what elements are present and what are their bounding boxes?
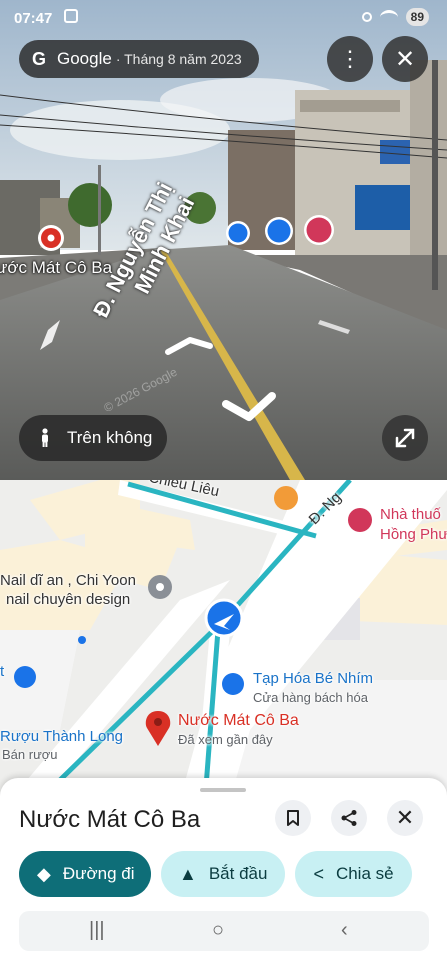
screenshot-icon (64, 9, 78, 23)
close-sheet-button[interactable]: ✕ (387, 800, 423, 836)
map-poi-nail-desc[interactable]: nail chuyên design (6, 591, 130, 608)
expand-button[interactable] (382, 415, 428, 461)
map-poi-pharmacy-name[interactable]: Nhà thuố (380, 506, 441, 523)
google-g-icon: G (31, 48, 46, 69)
share-icon: < (313, 863, 324, 884)
save-button[interactable] (275, 800, 311, 836)
place-bottom-sheet[interactable]: Nước Mát Cô Ba ✕ ◆ Đường đi ▲ Bắt đầu < … (0, 778, 447, 959)
map-poi-ruou-type[interactable]: Bán rượu (2, 747, 58, 762)
capture-date: · Tháng 8 năm 2023 (115, 51, 242, 67)
directions-label: Đường đi (62, 864, 135, 883)
map-poi-nail-name[interactable]: Nail dĩ an , Chi Yoon (0, 572, 136, 589)
share-icon (341, 810, 357, 826)
map-poi-pharmacy-name-line2[interactable]: Hồng Phư (380, 526, 447, 543)
recent-apps-icon[interactable]: ||| (89, 919, 105, 942)
start-button[interactable]: ▲ Bắt đầu (161, 851, 286, 897)
wifi-icon (379, 9, 398, 25)
navigation-arrow-icon: ▲ (179, 863, 197, 884)
back-icon[interactable]: ‹ (341, 919, 348, 942)
map-poi-edge-label[interactable]: t (0, 663, 4, 680)
bookmark-icon (287, 810, 299, 826)
share-chip-button[interactable]: < Chia sẻ (295, 851, 412, 897)
map-view[interactable]: Chiêu Liêu Đ. Ng Nhà thuố Hồng Phư Nail … (0, 480, 447, 800)
start-label: Bắt đầu (208, 864, 268, 883)
location-icon (361, 12, 372, 22)
action-chips: ◆ Đường đi ▲ Bắt đầu < Chia sẻ (19, 851, 412, 897)
battery-indicator: 89 (405, 8, 429, 26)
map-poi-tap-hoa-type[interactable]: Cửa hàng bách hóa (253, 690, 368, 705)
map-poi-ruou-name[interactable]: Rượu Thành Long (0, 728, 123, 745)
close-streetview-button[interactable]: ✕ (382, 36, 428, 82)
expand-icon (395, 428, 415, 448)
close-icon: ✕ (394, 45, 416, 73)
share-chip-label: Chia sẻ (335, 864, 394, 883)
street-view-panorama[interactable]: 07:47 89 G Google · Tháng 8 năm 2023 ⋮ ✕… (0, 0, 447, 480)
imagery-info-pill[interactable]: G Google · Tháng 8 năm 2023 (19, 40, 259, 78)
person-icon (42, 428, 48, 447)
system-nav-bar: ||| ○ ‹ (19, 911, 429, 951)
map-poi-tap-hoa-name[interactable]: Tạp Hóa Bé Nhím (253, 670, 373, 687)
status-time: 07:47 (14, 10, 53, 27)
streetview-place-label[interactable]: ước Mát Cô Ba (0, 258, 112, 278)
directions-icon: ◆ (37, 863, 51, 884)
brand-name: Google (57, 49, 112, 68)
aerial-view-label: Trên không (67, 428, 153, 447)
home-icon[interactable]: ○ (212, 919, 224, 942)
more-vert-icon: ⋮ (339, 46, 361, 71)
sheet-drag-handle[interactable] (200, 788, 246, 792)
more-options-button[interactable]: ⋮ (327, 36, 373, 82)
place-title: Nước Mát Cô Ba (19, 806, 201, 833)
map-selected-place-name[interactable]: Nước Mát Cô Ba (178, 712, 299, 730)
aerial-view-button[interactable]: Trên không (19, 415, 167, 461)
status-bar: 07:47 89 (0, 0, 447, 38)
directions-button[interactable]: ◆ Đường đi (19, 851, 151, 897)
close-icon: ✕ (395, 805, 415, 830)
map-selected-place-note[interactable]: Đã xem gần đây (178, 732, 273, 747)
share-button[interactable] (331, 800, 367, 836)
